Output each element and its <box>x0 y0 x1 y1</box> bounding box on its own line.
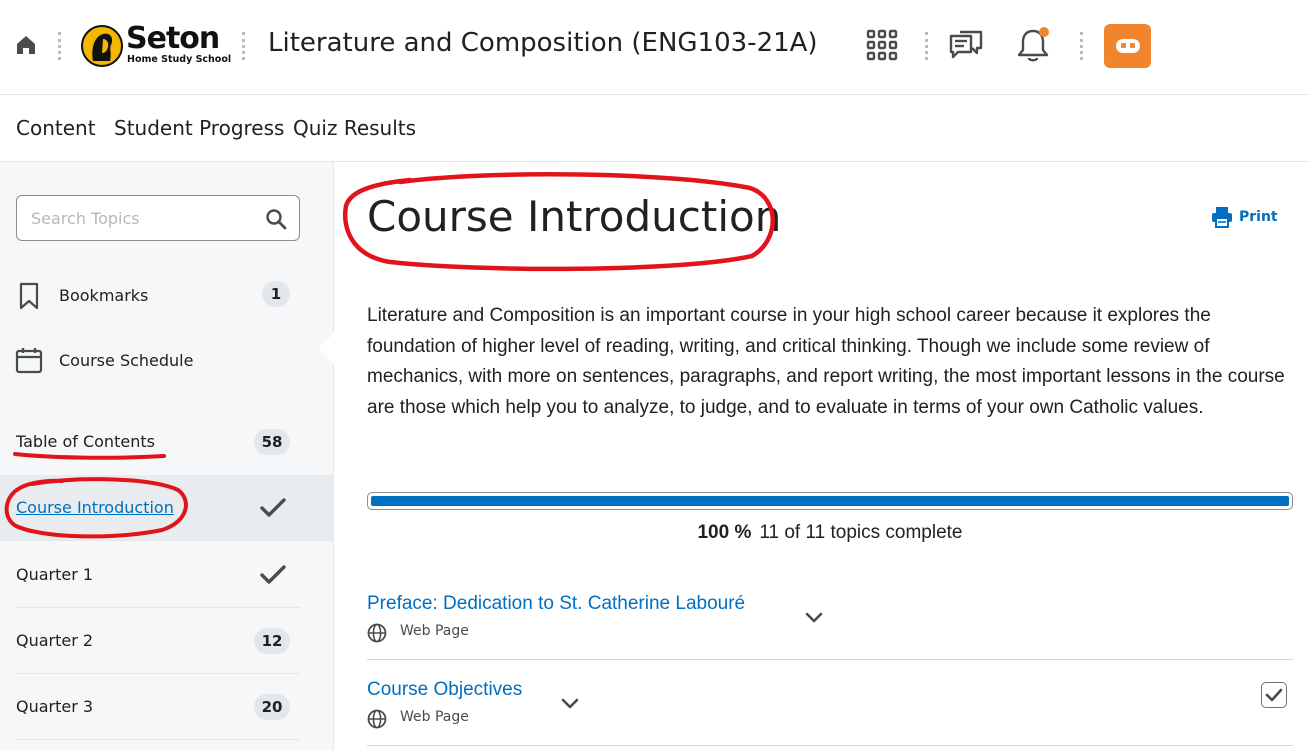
divider <box>242 32 245 60</box>
topic-type: Web Page <box>400 623 469 639</box>
bookmarks-count-badge: 1 <box>262 281 290 307</box>
logo-word: Seton <box>126 21 220 56</box>
course-navbar: Content Student Progress Quiz Results <box>0 96 1309 162</box>
divider <box>925 32 928 60</box>
checkmark-icon <box>260 565 286 584</box>
globe-icon <box>367 709 387 729</box>
logo-mark <box>81 25 123 67</box>
row-divider <box>16 739 300 740</box>
sidebar-item-course-schedule[interactable]: Course Schedule <box>0 343 334 379</box>
progress-summary: 100 % 11 of 11 topics complete <box>335 522 1309 544</box>
nav-content[interactable]: Content <box>16 116 96 140</box>
active-item-pointer <box>318 332 335 366</box>
sidebar-item-quarter-1[interactable]: Quarter 1 <box>0 542 334 608</box>
topic-item: Preface: Dedication to St. Catherine Lab… <box>367 574 1293 660</box>
progress-fill <box>371 496 1289 506</box>
waffle-icon[interactable] <box>866 29 898 61</box>
module-label: Quarter 3 <box>16 697 94 716</box>
divider <box>58 32 61 60</box>
intro-text: Literature and Composition is an importa… <box>367 305 1285 419</box>
completion-checkbox[interactable] <box>1261 682 1287 708</box>
search-box <box>16 195 300 241</box>
sidebar-item-table-of-contents[interactable]: Table of Contents 58 <box>0 409 334 475</box>
page-title: Course Introduction <box>367 192 782 241</box>
divider <box>1080 32 1083 60</box>
toc-count-badge: 58 <box>254 429 290 455</box>
sidebar-item-bookmarks[interactable]: Bookmarks 1 <box>0 278 334 314</box>
bookmarks-label: Bookmarks <box>59 286 149 305</box>
course-schedule-label: Course Schedule <box>59 351 194 370</box>
topic-link[interactable]: Preface: Dedication to St. Catherine Lab… <box>367 593 745 615</box>
sidebar-item-quarter-3[interactable]: Quarter 3 20 <box>0 674 334 740</box>
module-label[interactable]: Course Introduction <box>16 498 174 517</box>
main-content: Course Introduction Print Literature and… <box>335 162 1309 750</box>
progress-percent: 100 % <box>697 522 752 543</box>
logo-subtitle: Home Study School <box>127 54 232 65</box>
topic-item: Course Objectives Web Page <box>367 660 1293 746</box>
notification-bell-icon[interactable] <box>1015 26 1051 64</box>
checkmark-icon <box>260 498 286 517</box>
nav-student-progress[interactable]: Student Progress <box>114 116 284 140</box>
printer-icon <box>1212 207 1232 228</box>
chevron-down-icon[interactable] <box>805 612 823 624</box>
nav-quiz-results[interactable]: Quiz Results <box>293 116 416 140</box>
search-input[interactable] <box>31 206 261 230</box>
home-icon[interactable] <box>14 33 38 57</box>
module-label: Quarter 1 <box>16 565 94 584</box>
message-icon[interactable] <box>948 28 984 64</box>
progress-topics-complete: 11 of 11 topics complete <box>759 522 963 543</box>
avatar-icon <box>1116 39 1140 53</box>
seton-logo[interactable]: Seton Home Study School <box>81 21 231 68</box>
top-bar: Seton Home Study School Literature and C… <box>0 0 1309 95</box>
chevron-down-icon[interactable] <box>561 698 579 710</box>
globe-icon <box>367 623 387 643</box>
sidebar-item-course-introduction[interactable]: Course Introduction <box>0 475 334 541</box>
progress-bar <box>367 492 1293 510</box>
print-label: Print <box>1239 209 1278 225</box>
module-label: Quarter 2 <box>16 631 94 650</box>
module-count-badge: 12 <box>254 628 290 654</box>
sidebar-item-quarter-2[interactable]: Quarter 2 12 <box>0 608 334 674</box>
checkmark-icon <box>1265 688 1283 702</box>
search-icon[interactable] <box>265 208 287 230</box>
table-of-contents-label: Table of Contents <box>16 432 155 451</box>
topic-type: Web Page <box>400 709 469 725</box>
topic-link[interactable]: Course Objectives <box>367 679 522 701</box>
bookmark-icon <box>19 282 39 310</box>
calendar-icon <box>15 348 43 374</box>
content-sidebar: Bookmarks 1 Course Schedule Table of Con… <box>0 162 334 750</box>
avatar[interactable] <box>1104 24 1151 68</box>
course-title[interactable]: Literature and Composition (ENG103-21A) <box>268 28 818 58</box>
row-divider <box>16 540 300 541</box>
module-count-badge: 20 <box>254 694 290 720</box>
